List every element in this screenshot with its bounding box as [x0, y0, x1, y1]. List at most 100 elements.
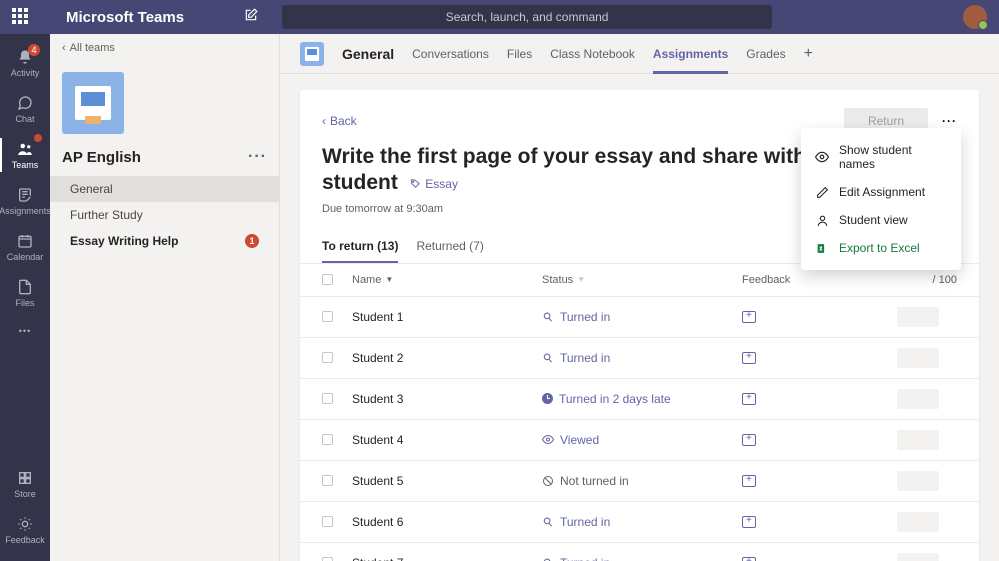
- select-all-checkbox[interactable]: [322, 274, 333, 285]
- tab-grades[interactable]: Grades: [746, 34, 785, 73]
- rail-label: Files: [15, 298, 34, 308]
- tag-icon: [410, 178, 421, 189]
- add-feedback-button[interactable]: [742, 393, 756, 405]
- teams-badge: [34, 134, 42, 142]
- channel-label: Essay Writing Help: [70, 234, 178, 248]
- channel-item[interactable]: General: [50, 176, 279, 202]
- score-input[interactable]: [897, 348, 939, 368]
- table-row[interactable]: Student 4Viewed: [300, 420, 979, 461]
- menu-label: Show student names: [839, 143, 947, 171]
- channel-badge: 1: [245, 234, 259, 248]
- table-row[interactable]: Student 2⚲Turned in: [300, 338, 979, 379]
- tab-conversations[interactable]: Conversations: [412, 34, 489, 73]
- row-checkbox[interactable]: [322, 352, 333, 363]
- subtab-to-return[interactable]: To return (13): [322, 239, 398, 263]
- back-label: Back: [330, 114, 357, 128]
- add-feedback-button[interactable]: [742, 434, 756, 446]
- score-input[interactable]: [897, 553, 939, 561]
- all-teams-label: All teams: [70, 42, 115, 54]
- status-text: Viewed: [560, 433, 599, 447]
- rail-store[interactable]: Store: [0, 461, 50, 507]
- table-row[interactable]: Student 3Turned in 2 days late: [300, 379, 979, 420]
- row-checkbox[interactable]: [322, 393, 333, 404]
- score-input[interactable]: [897, 430, 939, 450]
- channel-list: GeneralFurther Study Essay Writing Help 1: [50, 176, 279, 254]
- row-checkbox[interactable]: [322, 434, 333, 445]
- all-teams-link[interactable]: ‹ All teams: [50, 34, 279, 62]
- user-avatar[interactable]: [963, 5, 987, 29]
- channel-avatar-icon: [300, 42, 324, 66]
- ban-icon: [542, 475, 554, 487]
- sort-icon: ▼: [577, 275, 585, 284]
- compose-icon[interactable]: [244, 8, 258, 27]
- status-text: Not turned in: [560, 474, 629, 488]
- rail-activity[interactable]: 4 Activity: [0, 40, 50, 86]
- tag-label: Essay: [425, 177, 458, 191]
- student-rows: Student 1⚲Turned inStudent 2⚲Turned inSt…: [300, 297, 979, 561]
- status-text: Turned in: [560, 351, 610, 365]
- add-feedback-button[interactable]: [742, 475, 756, 487]
- person-icon: [815, 214, 829, 227]
- feedback-icon: [16, 515, 34, 533]
- more-icon: •••: [19, 326, 31, 336]
- tab-assignments[interactable]: Assignments: [653, 34, 728, 73]
- add-feedback-button[interactable]: [742, 311, 756, 323]
- menu-edit-assignment[interactable]: Edit Assignment: [801, 178, 961, 206]
- tab-files[interactable]: Files: [507, 34, 532, 73]
- add-feedback-button[interactable]: [742, 557, 756, 561]
- add-tab-button[interactable]: +: [804, 45, 813, 63]
- channel-item[interactable]: Essay Writing Help 1: [50, 228, 279, 254]
- store-icon: [16, 469, 34, 487]
- search-input[interactable]: Search, launch, and command: [282, 5, 772, 29]
- app-rail: 4 Activity Chat Teams Assignments Calend…: [0, 34, 50, 561]
- col-name[interactable]: Name▼: [352, 274, 542, 286]
- app-launcher-icon[interactable]: [12, 8, 30, 26]
- add-feedback-button[interactable]: [742, 516, 756, 528]
- channel-header: General ConversationsFilesClass Notebook…: [280, 34, 999, 74]
- score-input[interactable]: [897, 389, 939, 409]
- rail-more[interactable]: •••: [0, 316, 50, 346]
- team-more-button[interactable]: ···: [248, 148, 267, 166]
- row-checkbox[interactable]: [322, 311, 333, 322]
- status-text: Turned in: [560, 556, 610, 561]
- rail-assignments[interactable]: Assignments: [0, 178, 50, 224]
- rail-feedback[interactable]: Feedback: [0, 507, 50, 553]
- student-name: Student 6: [352, 515, 403, 529]
- menu-student-view[interactable]: Student view: [801, 206, 961, 234]
- add-feedback-button[interactable]: [742, 352, 756, 364]
- row-checkbox[interactable]: [322, 557, 333, 561]
- assignments-icon: [16, 186, 34, 204]
- assignment-tag[interactable]: Essay: [410, 177, 458, 191]
- channel-panel: ‹ All teams AP English ··· GeneralFurthe…: [50, 34, 280, 561]
- subtab-returned[interactable]: Returned (7): [416, 239, 483, 263]
- score-input[interactable]: [897, 512, 939, 532]
- menu-show-names[interactable]: Show student names: [801, 136, 961, 178]
- table-row[interactable]: Student 1⚲Turned in: [300, 297, 979, 338]
- chevron-left-icon: ‹: [322, 114, 326, 128]
- table-row[interactable]: Student 7⚲Turned in: [300, 543, 979, 561]
- rail-teams[interactable]: Teams: [0, 132, 50, 178]
- student-name: Student 1: [352, 310, 403, 324]
- row-checkbox[interactable]: [322, 516, 333, 527]
- tab-class-notebook[interactable]: Class Notebook: [550, 34, 635, 73]
- score-input[interactable]: [897, 471, 939, 491]
- back-link[interactable]: ‹ Back: [322, 114, 357, 128]
- rail-label: Store: [14, 489, 36, 499]
- channel-item[interactable]: Further Study: [50, 202, 279, 228]
- team-avatar: [62, 72, 124, 134]
- main-area: General ConversationsFilesClass Notebook…: [280, 34, 999, 561]
- teams-icon: [16, 140, 34, 158]
- paperclip-icon: ⚲: [540, 308, 557, 325]
- rail-chat[interactable]: Chat: [0, 86, 50, 132]
- calendar-icon: [16, 232, 34, 250]
- menu-export-excel[interactable]: Export to Excel: [801, 234, 961, 262]
- channel-tabs: Conversations Files Class Notebook Assignme…: [412, 34, 786, 73]
- rail-files[interactable]: Files: [0, 270, 50, 316]
- table-row[interactable]: Student 5Not turned in: [300, 461, 979, 502]
- col-status[interactable]: Status▼: [542, 274, 742, 286]
- score-input[interactable]: [897, 307, 939, 327]
- rail-calendar[interactable]: Calendar: [0, 224, 50, 270]
- assignment-more-button[interactable]: ···: [942, 114, 957, 128]
- table-row[interactable]: Student 6⚲Turned in: [300, 502, 979, 543]
- row-checkbox[interactable]: [322, 475, 333, 486]
